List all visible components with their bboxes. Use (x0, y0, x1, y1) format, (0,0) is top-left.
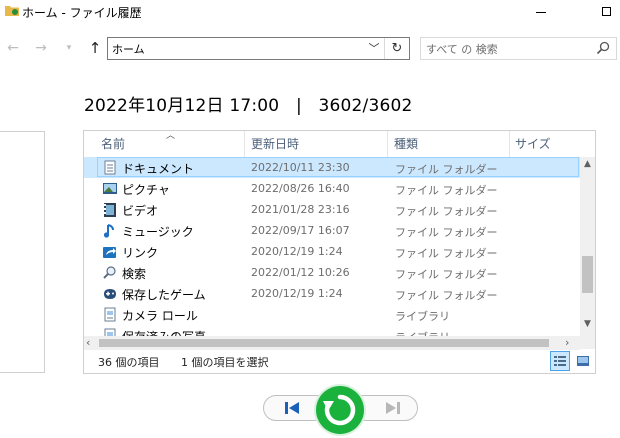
saved-games-folder-icon (104, 289, 116, 299)
documents-folder-icon (104, 160, 116, 175)
scroll-right-icon[interactable]: › (565, 336, 577, 350)
file-type: ライブラリ (395, 310, 450, 323)
file-name: ビデオ (122, 204, 159, 218)
column-headers: 名前 ︿ 更新日時 種類 サイズ (84, 131, 595, 157)
horizontal-scroll-thumb[interactable] (99, 339, 549, 347)
refresh-icon[interactable]: ↻ (385, 38, 409, 59)
maximize-button[interactable] (593, 0, 620, 24)
address-bar[interactable]: ホーム ﹀ ↻ (107, 37, 410, 60)
file-type: ファイル フォルダー (395, 226, 498, 239)
file-date: 2022/01/12 10:26 (251, 266, 350, 279)
column-header-date[interactable]: 更新日時 (234, 131, 387, 157)
file-date: 2022/08/26 16:40 (251, 182, 350, 195)
library-icon (104, 307, 116, 322)
restore-icon (323, 394, 356, 426)
file-row[interactable]: 検索 2022/01/12 10:26 ファイル フォルダー (84, 262, 580, 283)
address-text: ホーム (112, 43, 145, 56)
file-name: カメラ ロール (122, 309, 198, 323)
column-header-size[interactable]: サイズ (498, 131, 580, 157)
horizontal-scrollbar[interactable]: ‹ › (84, 336, 580, 350)
column-header-type[interactable]: 種類 (377, 131, 507, 157)
file-date: 2020/12/19 1:24 (251, 287, 343, 300)
file-type: ファイル フォルダー (395, 289, 498, 302)
status-bar: 36 個の項目 1 個の項目を選択 (84, 350, 595, 373)
file-row[interactable]: カメラ ロール ライブラリ (84, 304, 580, 325)
file-list-pane: 名前 ︿ 更新日時 種類 サイズ ドキュメント 2022/10/11 23:30 フ… (83, 130, 596, 374)
file-row[interactable]: 保存したゲーム 2020/12/19 1:24 ファイル フォルダー (84, 283, 580, 304)
file-name: 保存したゲーム (122, 288, 206, 302)
file-type: ファイル フォルダー (395, 205, 498, 218)
forward-arrow-icon[interactable]: → (32, 38, 50, 58)
file-row[interactable]: ビデオ 2021/01/28 23:16 ファイル フォルダー (84, 199, 580, 220)
scroll-left-icon[interactable]: ‹ (86, 336, 98, 350)
next-version-button[interactable] (356, 395, 418, 421)
file-date: 2022/09/17 16:07 (251, 224, 350, 237)
file-name: ドキュメント (122, 162, 195, 176)
vertical-scroll-thumb[interactable] (582, 256, 593, 293)
file-row[interactable]: ミュージック 2022/09/17 16:07 ファイル フォルダー (84, 220, 580, 241)
vertical-scrollbar[interactable]: ▲ ▼ (580, 157, 595, 349)
snapshot-heading: 2022年10月12日 17:00 | 3602/3602 (84, 91, 413, 116)
restore-button[interactable] (316, 386, 364, 434)
search-placeholder: すべて の 検索 (426, 43, 498, 56)
pictures-folder-icon (103, 183, 117, 194)
file-name: 検索 (122, 267, 147, 281)
sort-ascending-icon: ︿ (166, 131, 176, 141)
file-type: ファイル フォルダー (395, 163, 498, 176)
file-row[interactable]: ドキュメント 2022/10/11 23:30 ファイル フォルダー (84, 157, 580, 178)
skip-previous-icon (285, 402, 299, 414)
snapshot-separator: | (295, 96, 302, 116)
search-input[interactable]: すべて の 検索 (420, 37, 617, 60)
folder-history-icon (5, 6, 19, 16)
navigation-pane[interactable] (0, 131, 45, 373)
column-header-name[interactable]: 名前 (84, 131, 244, 157)
searches-folder-icon (103, 266, 116, 279)
file-row[interactable]: ピクチャ 2022/08/26 16:40 ファイル フォルダー (84, 178, 580, 199)
file-date: 2022/10/11 23:30 (251, 161, 350, 174)
file-name: ピクチャ (122, 183, 170, 197)
scroll-up-icon[interactable]: ▲ (580, 159, 595, 171)
scroll-down-icon[interactable]: ▼ (580, 319, 595, 331)
file-row[interactable]: リンク 2020/12/19 1:24 ファイル フォルダー (84, 241, 580, 262)
file-type: ファイル フォルダー (395, 268, 498, 281)
videos-folder-icon (104, 203, 116, 217)
selected-count: 1 個の項目を選択 (181, 356, 269, 369)
title-bar: ホーム - ファイル履歴 (0, 0, 620, 24)
file-name: ミュージック (122, 225, 194, 239)
chevron-down-icon[interactable]: ﹀ (364, 38, 384, 59)
window-title: ホーム - ファイル履歴 (22, 6, 142, 20)
minimize-button[interactable] (524, 0, 558, 24)
file-date: 2021/01/28 23:16 (251, 203, 350, 216)
up-arrow-icon[interactable]: ↑ (86, 38, 104, 58)
details-view-icon[interactable] (550, 351, 570, 371)
file-rows: ドキュメント 2022/10/11 23:30 ファイル フォルダー ピクチャ 2022… (84, 157, 580, 337)
search-icon (596, 41, 610, 55)
file-type: ファイル フォルダー (395, 247, 498, 260)
skip-next-icon (386, 402, 400, 414)
music-folder-icon (103, 224, 114, 238)
links-folder-icon (103, 247, 116, 258)
item-count: 36 個の項目 (98, 356, 160, 369)
snapshot-datetime: 2022年10月12日 17:00 (84, 96, 280, 116)
chevron-down-icon[interactable]: ▾ (60, 38, 78, 58)
snapshot-position: 3602/3602 (318, 96, 413, 116)
back-arrow-icon[interactable]: ← (4, 38, 22, 58)
large-icons-view-icon[interactable] (575, 353, 591, 369)
file-date: 2020/12/19 1:24 (251, 245, 343, 258)
file-type: ファイル フォルダー (395, 184, 498, 197)
file-name: リンク (122, 246, 159, 260)
